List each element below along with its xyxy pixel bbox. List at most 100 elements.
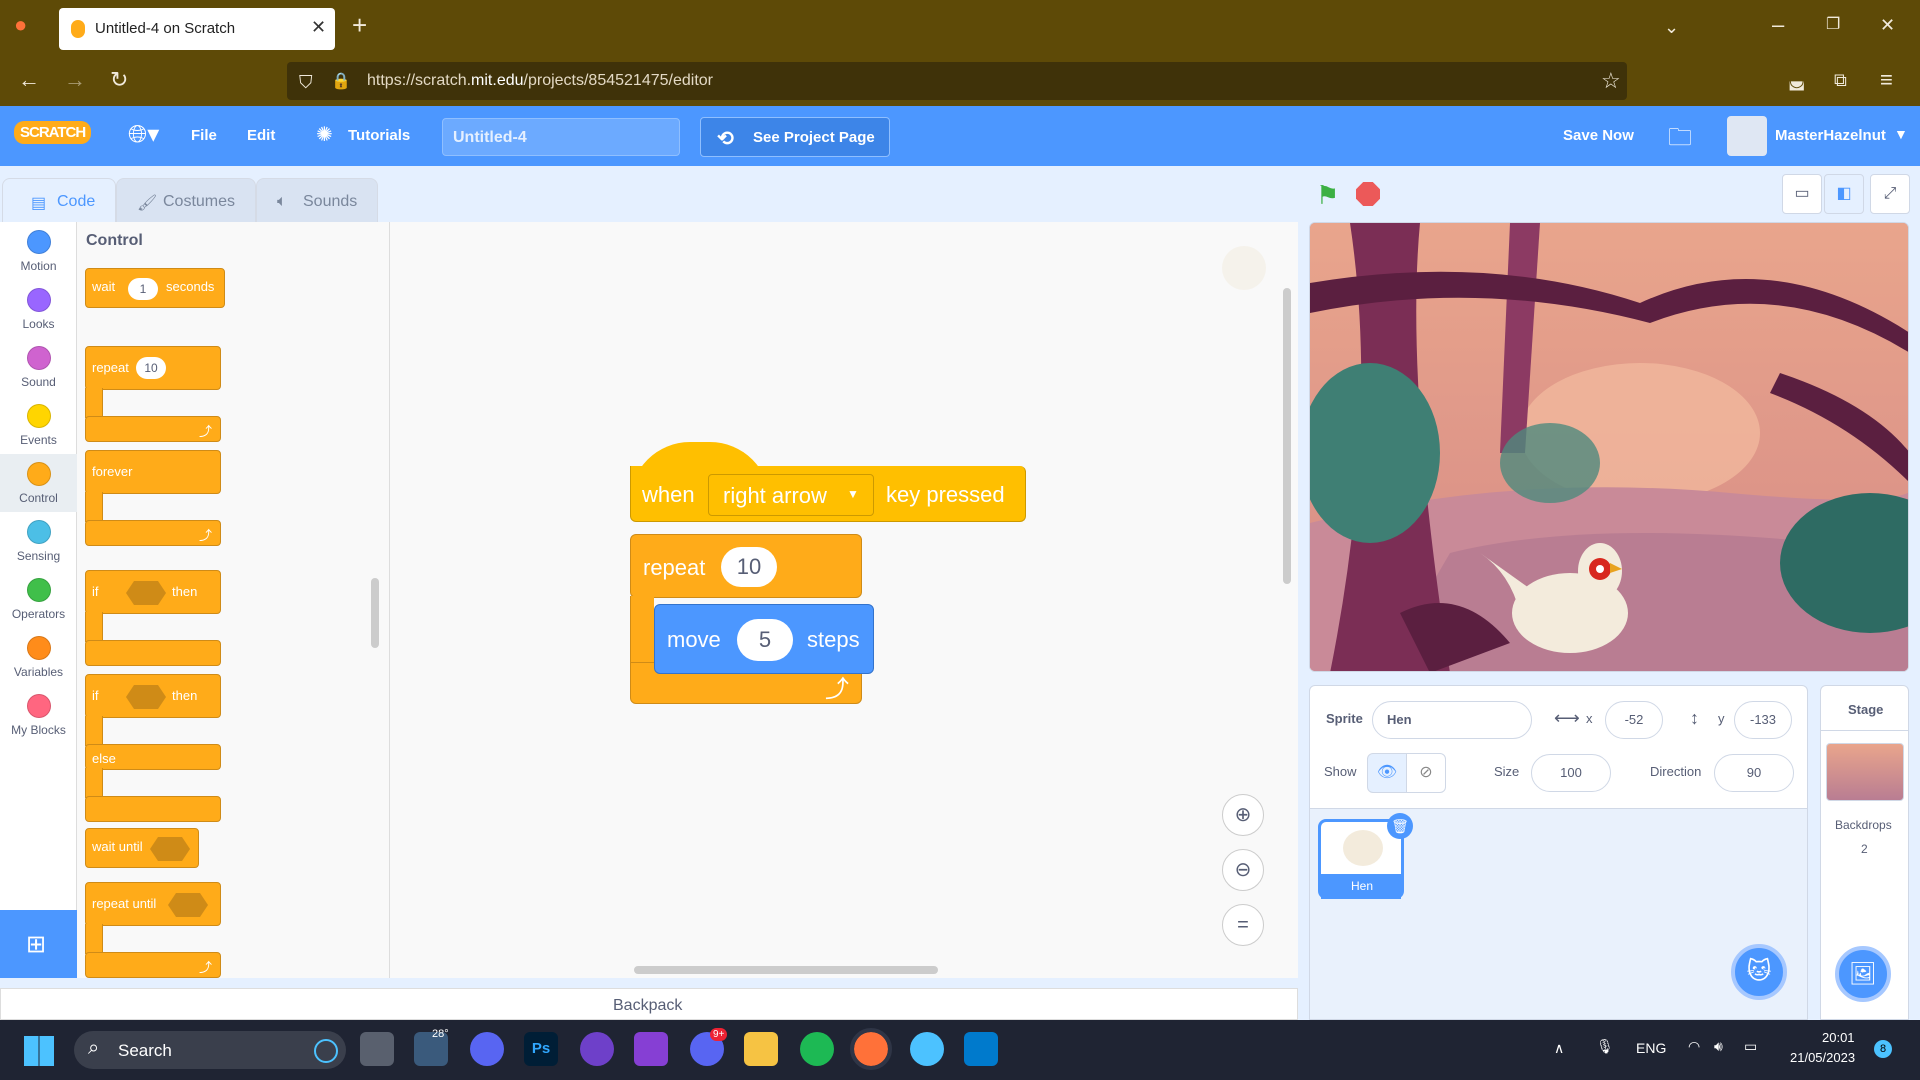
username[interactable]: MasterHazelnut	[1775, 127, 1886, 144]
firefox-icon[interactable]: ●	[14, 14, 27, 36]
script-repeat-block[interactable]: repeat 10	[630, 534, 862, 598]
tab-list-chevron-icon[interactable]: ⌄	[1664, 16, 1679, 38]
back-icon[interactable]: ←	[18, 69, 40, 91]
category-sensing[interactable]: Sensing	[0, 512, 77, 570]
file-explorer-icon[interactable]	[744, 1032, 778, 1066]
task-view-icon[interactable]	[360, 1032, 394, 1066]
see-project-page-button[interactable]: ⟲ See Project Page	[700, 117, 890, 157]
fullscreen-button[interactable]: ⤢	[1870, 174, 1910, 214]
vscode-icon[interactable]	[964, 1032, 998, 1066]
volume-icon[interactable]: 🔊︎	[1714, 1038, 1723, 1055]
my-stuff-folder-icon[interactable]: 🗀	[1668, 120, 1692, 161]
if-then-block[interactable]: if then	[85, 570, 221, 614]
edit-menu[interactable]: Edit	[247, 127, 275, 144]
x-input[interactable]: -52	[1605, 701, 1663, 739]
scratch-logo[interactable]: SCRATCH	[14, 121, 92, 144]
if-then-else-block[interactable]: if then	[85, 674, 221, 718]
language-globe-icon[interactable]: 🌐︎▾	[128, 120, 159, 149]
when-key-pressed-block[interactable]: when right arrow ▼ key pressed	[630, 442, 1026, 522]
backdrop-thumbnail[interactable]	[1826, 743, 1904, 801]
repeat-count-input[interactable]: 10	[136, 357, 166, 379]
file-menu[interactable]: File	[191, 127, 217, 144]
repeat-block[interactable]: repeat 10	[85, 346, 221, 390]
github-icon[interactable]	[580, 1032, 614, 1066]
backpack[interactable]: Backpack	[0, 988, 1298, 1020]
hamburger-menu-icon[interactable]: ≡	[1880, 69, 1893, 91]
shield-icon[interactable]: ⛉	[299, 71, 313, 93]
repeat-until-block[interactable]: repeat until	[85, 882, 221, 926]
green-flag-icon[interactable]: ⚑	[1316, 180, 1339, 211]
condition-slot[interactable]	[168, 893, 208, 917]
category-control[interactable]: Control	[0, 454, 77, 512]
small-stage-button[interactable]: ▭	[1782, 174, 1822, 214]
minimize-icon[interactable]: –	[1772, 14, 1784, 36]
add-extension-button[interactable]: ⊞	[0, 910, 77, 978]
close-window-icon[interactable]: ✕	[1880, 14, 1895, 36]
forever-block[interactable]: forever	[85, 450, 221, 494]
restore-icon[interactable]: ❐	[1826, 14, 1840, 36]
zoom-app-icon[interactable]	[470, 1032, 504, 1066]
show-hidden-button[interactable]: ⊘	[1406, 753, 1446, 793]
direction-input[interactable]: 90	[1714, 754, 1794, 792]
zoom-reset-button[interactable]: =	[1222, 904, 1264, 946]
tab-code[interactable]: ▤ Code	[2, 178, 116, 223]
key-dropdown[interactable]: right arrow ▼	[708, 474, 874, 516]
avatar[interactable]	[1727, 116, 1767, 156]
save-now-button[interactable]: Save Now	[1563, 127, 1634, 144]
lock-icon[interactable]: 🔒	[331, 71, 351, 93]
tray-chevron-icon[interactable]: ∧	[1554, 1040, 1564, 1057]
photoshop-icon[interactable]: Ps	[524, 1032, 558, 1066]
account-chevron-down-icon[interactable]: ▼	[1894, 126, 1908, 142]
forward-icon[interactable]: →	[64, 69, 86, 91]
reload-icon[interactable]: ↻	[110, 69, 128, 91]
category-my-blocks[interactable]: My Blocks	[0, 686, 77, 744]
workspace-hscrollbar[interactable]	[634, 966, 938, 974]
url-bar[interactable]: ⛉ 🔒 https://scratch.mit.edu/projects/854…	[287, 62, 1627, 100]
category-events[interactable]: Events	[0, 396, 77, 454]
tab-sounds[interactable]: 🔈︎ Sounds	[256, 178, 378, 222]
spotify-icon[interactable]	[800, 1032, 834, 1066]
move-steps-input[interactable]: 5	[737, 619, 793, 661]
close-tab-icon[interactable]: ✕	[311, 17, 326, 38]
script-repeat-count[interactable]: 10	[721, 547, 777, 587]
category-motion[interactable]: Motion	[0, 222, 77, 280]
battery-icon[interactable]: ▭	[1744, 1038, 1757, 1055]
zoom-out-button[interactable]: ⊖	[1222, 849, 1264, 891]
normal-stage-button[interactable]: ◧	[1824, 174, 1864, 214]
add-sprite-button[interactable]: 🐱︎	[1731, 944, 1787, 1000]
stage-selector[interactable]: Stage Backdrops 2 🖼︎	[1820, 685, 1909, 1020]
firefox-taskbar-icon[interactable]	[850, 1028, 892, 1070]
extensions-icon[interactable]: ⧉	[1834, 69, 1847, 91]
size-input[interactable]: 100	[1531, 754, 1611, 792]
code-workspace[interactable]: when right arrow ▼ key pressed repeat 10…	[390, 222, 1298, 978]
sprite-name-input[interactable]: Hen	[1372, 701, 1532, 739]
pocket-icon[interactable]: ◛	[1788, 69, 1805, 91]
clock-date[interactable]: 21/05/2023	[1790, 1050, 1855, 1065]
windows-start-icon[interactable]	[24, 1036, 54, 1066]
new-tab-icon[interactable]: +	[352, 12, 367, 38]
bookmark-star-icon[interactable]: ☆	[1601, 70, 1621, 92]
add-backdrop-button[interactable]: 🖼︎	[1835, 946, 1891, 1002]
notification-badge[interactable]: 8	[1874, 1040, 1892, 1058]
category-sound[interactable]: Sound	[0, 338, 77, 396]
tab-costumes[interactable]: 🖌︎ Costumes	[116, 178, 256, 222]
wait-seconds-input[interactable]: 1	[128, 278, 158, 300]
microphone-icon[interactable]: 🎙︎	[1596, 1038, 1614, 1055]
delete-sprite-icon[interactable]: 🗑︎	[1387, 813, 1413, 839]
clock-time[interactable]: 20:01	[1822, 1030, 1855, 1045]
project-title-input[interactable]: Untitled-4	[442, 118, 680, 156]
browser-tab[interactable]: Untitled-4 on Scratch ✕	[59, 8, 335, 50]
zoom-in-button[interactable]: ⊕	[1222, 794, 1264, 836]
wifi-icon[interactable]: ◠	[1688, 1038, 1700, 1055]
move-steps-block[interactable]: move 5 steps	[654, 604, 874, 674]
category-operators[interactable]: Operators	[0, 570, 77, 628]
stage-canvas[interactable]	[1309, 222, 1909, 672]
taskbar-search[interactable]: ⌕ Search	[74, 1031, 346, 1069]
language-indicator[interactable]: ENG	[1636, 1040, 1666, 1056]
workspace-vscrollbar[interactable]	[1283, 288, 1291, 584]
paint-icon[interactable]	[910, 1032, 944, 1066]
wait-until-block[interactable]: wait until	[85, 828, 199, 868]
condition-slot[interactable]	[126, 581, 166, 605]
condition-slot[interactable]	[126, 685, 166, 709]
tutorials-button[interactable]: Tutorials	[348, 127, 410, 144]
